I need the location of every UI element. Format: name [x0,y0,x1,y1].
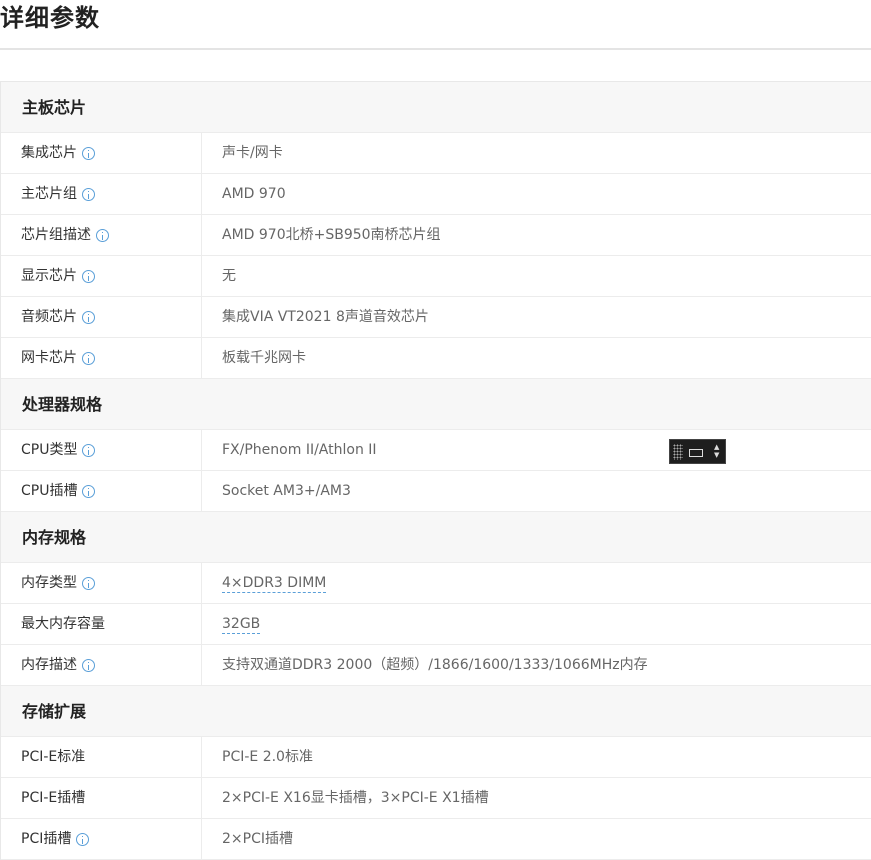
row-value: 集成VIA VT2021 8声道音效芯片 [222,309,429,325]
info-icon[interactable] [82,146,95,160]
info-icon[interactable] [76,832,90,846]
table-row: 芯片组描述 AMD 970北桥+SB950南桥芯片组 [1,215,871,256]
info-icon[interactable] [82,187,95,201]
info-icon[interactable] [82,269,95,283]
table-row: 网卡芯片 板载千兆网卡 [1,338,871,379]
row-label: CPU插槽 [21,483,78,499]
info-icon[interactable] [82,576,95,590]
row-label: CPU类型 [21,442,78,458]
table-row: 显示芯片 无 [1,256,871,297]
table-row: 集成芯片 声卡/网卡 [1,133,871,174]
row-label: 内存类型 [21,575,77,591]
section-title-memory: 内存规格 [1,512,871,563]
section-title-storage-expansion: 存储扩展 [1,686,871,737]
info-icon[interactable] [82,658,95,672]
table-row: PCI插槽 2×PCI插槽 [1,819,871,860]
info-icon[interactable] [82,310,95,324]
row-label: 网卡芯片 [21,350,77,366]
section-title-mainboard-chip: 主板芯片 [1,82,871,133]
row-value: AMD 970 [222,186,286,202]
row-value: 2×PCI-E X16显卡插槽，3×PCI-E X1插槽 [222,790,489,806]
section-title-processor: 处理器规格 [1,379,871,430]
info-icon[interactable] [96,228,109,242]
row-value: AMD 970北桥+SB950南桥芯片组 [222,227,441,243]
page-header: 详细参数 [0,0,871,50]
max-memory-link[interactable]: 32GB [222,616,261,634]
input-method-toolbar[interactable]: ▲ ▼ [669,439,726,464]
table-row: 主芯片组 AMD 970 [1,174,871,215]
row-label: 音频芯片 [21,309,77,325]
row-value: 支持双通道DDR3 2000（超频）/1866/1600/1333/1066MH… [222,657,648,673]
table-row: PCI-E标准 PCI-E 2.0标准 [1,737,871,778]
info-icon[interactable] [82,484,96,498]
table-row: 音频芯片 集成VIA VT2021 8声道音效芯片 [1,297,871,338]
page-title: 详细参数 [0,4,100,32]
row-label: 显示芯片 [21,268,77,284]
row-value: 板载千兆网卡 [222,350,306,366]
row-label: 最大内存容量 [21,616,105,632]
row-value: 声卡/网卡 [222,145,283,161]
table-row: 内存描述 支持双通道DDR3 2000（超频）/1866/1600/1333/1… [1,645,871,686]
row-label: 内存描述 [21,657,77,673]
grip-handle-icon[interactable] [673,444,683,460]
row-label: PCI插槽 [21,831,72,847]
spec-table: 主板芯片 集成芯片 声卡/网卡 主芯片组 AMD 970 芯片组描述 AMD 9… [0,81,871,860]
row-label: PCI-E插槽 [21,790,86,806]
table-row: CPU类型 FX/Phenom II/Athlon II ▲ ▼ [1,430,871,471]
memory-type-link[interactable]: 4×DDR3 DIMM [222,575,327,593]
row-value: 2×PCI插槽 [222,831,293,847]
row-value: 无 [222,268,236,284]
row-value: Socket AM3+/AM3 [222,483,351,499]
row-label: PCI-E标准 [21,749,86,765]
row-label: 芯片组描述 [21,227,91,243]
row-label: 主芯片组 [21,186,77,202]
row-value: PCI-E 2.0标准 [222,749,313,765]
chevron-up-down-icon[interactable]: ▲ ▼ [714,443,719,459]
info-icon[interactable] [82,351,95,365]
row-label: 集成芯片 [21,145,77,161]
table-row: 内存类型 4×DDR3 DIMM [1,563,871,604]
table-row: CPU插槽 Socket AM3+/AM3 [1,471,871,512]
row-value: FX/Phenom II/Athlon II [222,442,377,458]
info-icon[interactable] [82,443,96,457]
table-row: 最大内存容量 32GB [1,604,871,645]
table-row: PCI-E插槽 2×PCI-E X16显卡插槽，3×PCI-E X1插槽 [1,778,871,819]
keyboard-icon[interactable] [689,449,703,457]
